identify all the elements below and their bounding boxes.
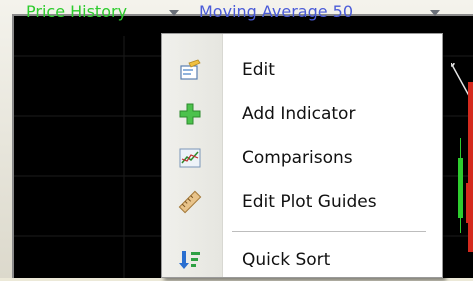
menu-item-add-indicator[interactable]: Add Indicator [162, 93, 442, 135]
menu-item-edit[interactable]: Edit [162, 49, 442, 91]
menu-item-label: Add Indicator [242, 104, 356, 124]
menu-separator [232, 231, 426, 232]
menu-item-label: Quick Sort [242, 250, 331, 270]
price-history-legend[interactable]: Price History [26, 2, 127, 21]
menu-item-quick-sort[interactable]: Quick Sort [162, 239, 442, 281]
window-frame: Price History Moving Average 50 Edit Add… [0, 0, 473, 278]
moving-average-legend[interactable]: Moving Average 50 [199, 2, 353, 21]
comparisons-icon [178, 146, 202, 170]
menu-item-label: Edit Plot Guides [242, 192, 377, 212]
edit-icon [178, 58, 202, 82]
candle-red [468, 82, 473, 252]
plot-guides-icon [178, 190, 202, 214]
quick-sort-icon [178, 248, 202, 272]
menu-item-label: Comparisons [242, 148, 353, 168]
context-menu[interactable]: Edit Add Indicator Comparisons Edit Plot… [161, 33, 443, 278]
price-history-dropdown-arrow[interactable] [169, 10, 179, 16]
menu-item-label: Edit [242, 60, 275, 80]
menu-item-comparisons[interactable]: Comparisons [162, 137, 442, 179]
moving-average-dropdown-arrow[interactable] [430, 10, 440, 16]
menu-item-edit-plot-guides[interactable]: Edit Plot Guides [162, 181, 442, 223]
add-indicator-icon [178, 102, 202, 126]
